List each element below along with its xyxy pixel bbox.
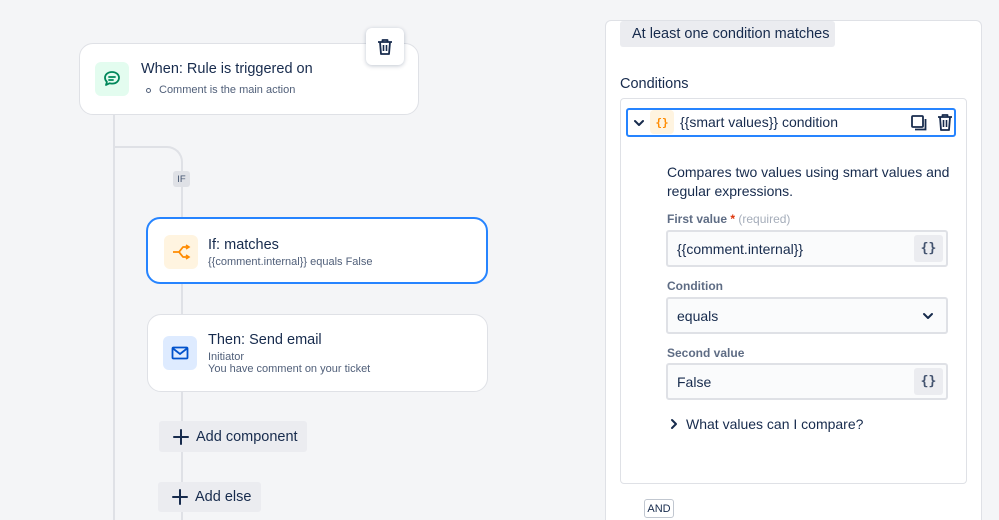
add-else-label: Add else (195, 489, 252, 505)
condition-card-detail: {{comment.internal}} equals False (208, 256, 373, 268)
flow-connector-main (113, 114, 115, 520)
condition-operator-label: Condition (667, 279, 723, 293)
compare-help-text: What values can I compare? (686, 416, 864, 432)
first-value-input[interactable]: {{comment.internal}} {} (666, 230, 948, 267)
compare-help-toggle[interactable]: What values can I compare? (669, 416, 863, 432)
trigger-detail: Comment is the main action (146, 84, 295, 96)
and-badge: AND (644, 499, 674, 518)
chevron-right-icon (671, 419, 677, 429)
comment-icon (95, 62, 129, 96)
first-value-label: First value * (required) (667, 212, 790, 226)
smart-value-picker-button[interactable]: {} (914, 235, 943, 262)
first-value-text: {{comment.internal}} (677, 240, 804, 257)
send-email-title: Then: Send email (208, 332, 322, 348)
plus-icon (172, 428, 190, 446)
trigger-detail-text: Comment is the main action (159, 84, 296, 96)
email-icon (163, 336, 197, 370)
required-text: (required) (738, 212, 791, 226)
condition-operator-select[interactable]: equals (666, 297, 948, 334)
send-email-subject: You have comment on your ticket (208, 363, 371, 375)
first-value-label-text: First value (667, 212, 728, 226)
match-mode-tag[interactable]: At least one condition matches (620, 21, 835, 47)
send-email-recipient: Initiator (208, 351, 245, 363)
conditions-heading: Conditions (620, 76, 689, 92)
bullet-icon (146, 87, 151, 93)
if-branch-badge: IF (173, 171, 190, 187)
chevron-down-icon (923, 313, 933, 319)
add-else-button[interactable]: Add else (158, 482, 261, 512)
condition-description: Compares two values using smart values a… (667, 164, 950, 199)
send-email-card[interactable]: Then: Send email Initiator You have comm… (147, 314, 488, 392)
second-value-input[interactable]: False {} (666, 363, 948, 400)
copy-icon[interactable] (910, 114, 928, 132)
condition-card[interactable]: If: matches {{comment.internal}} equals … (146, 217, 488, 284)
condition-operator-value: equals (677, 307, 719, 324)
trigger-title: When: Rule is triggered on (141, 61, 313, 77)
second-value-label: Second value (667, 346, 745, 360)
trash-icon[interactable] (937, 113, 953, 132)
required-marker: * (730, 212, 736, 226)
condition-type-title: {{smart values}} condition (680, 114, 838, 130)
trash-icon (378, 38, 392, 55)
branch-icon (164, 235, 198, 269)
plus-icon (171, 488, 189, 506)
flow-connector-branch (113, 146, 183, 174)
second-value-text: False (677, 373, 712, 390)
delete-trigger-button[interactable] (366, 28, 404, 65)
chevron-down-icon[interactable] (633, 118, 645, 128)
smart-value-picker-button[interactable]: {} (914, 368, 943, 395)
add-component-button[interactable]: Add component (159, 421, 307, 452)
add-component-label: Add component (196, 428, 298, 445)
condition-card-title: If: matches (208, 237, 279, 253)
smart-values-icon: {} (650, 110, 674, 134)
